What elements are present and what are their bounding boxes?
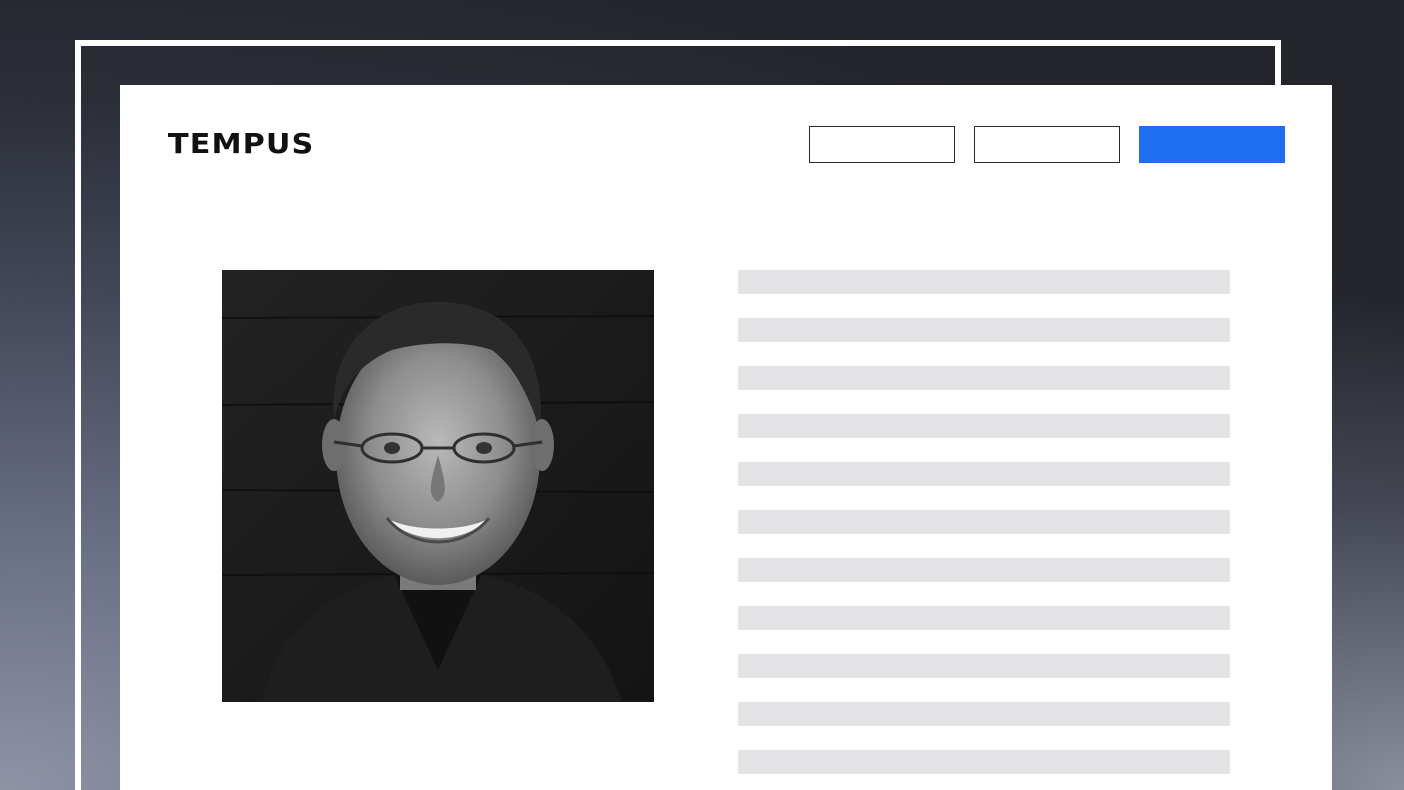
profile-photo xyxy=(222,270,654,702)
placeholder-line xyxy=(738,654,1230,678)
placeholder-line xyxy=(738,702,1230,726)
placeholder-line xyxy=(738,318,1230,342)
tempus-logo[interactable]: TEMPUS xyxy=(168,127,313,161)
placeholder-line xyxy=(738,750,1230,774)
placeholder-line xyxy=(738,558,1230,582)
placeholder-line xyxy=(738,606,1230,630)
nav-button-1[interactable] xyxy=(809,126,955,163)
placeholder-line xyxy=(738,414,1230,438)
placeholder-line xyxy=(738,510,1230,534)
logo-text: TEMPUS xyxy=(168,127,315,160)
cta-button[interactable] xyxy=(1139,126,1285,163)
browser-window: TEMPUS xyxy=(120,85,1332,790)
placeholder-line xyxy=(738,462,1230,486)
placeholder-line xyxy=(738,270,1230,294)
nav-button-2[interactable] xyxy=(974,126,1120,163)
placeholder-text-lines xyxy=(738,270,1230,790)
placeholder-line xyxy=(738,366,1230,390)
